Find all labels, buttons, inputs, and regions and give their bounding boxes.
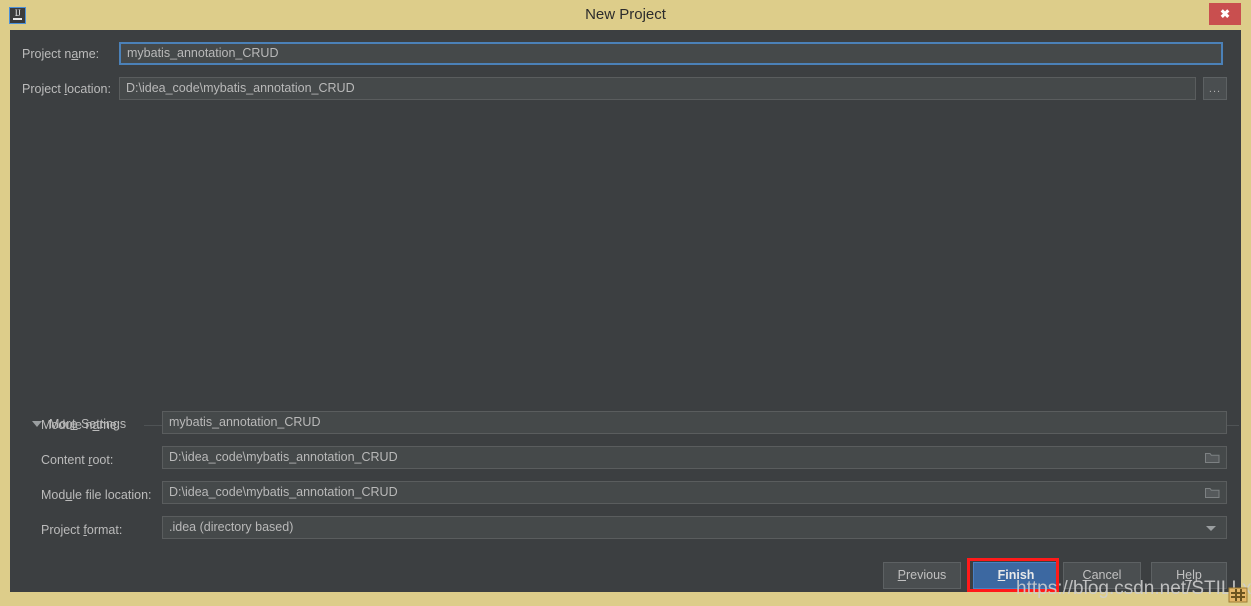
ellipsis-icon: ... (1208, 83, 1222, 95)
window-title: New Project (585, 6, 666, 23)
new-project-dialog-window: IJ New Project ✖ Project name: mybatis_a… (0, 0, 1251, 606)
watermark-text: https://blog.csdn.net/STILLxjy (1016, 578, 1251, 599)
content-root-input-value: D:\idea_code\mybatis_annotation_CRUD (169, 450, 398, 464)
close-icon: ✖ (1219, 7, 1231, 21)
project-location-input-value: D:\idea_code\mybatis_annotation_CRUD (126, 81, 355, 95)
folder-icon (1205, 488, 1220, 498)
project-name-label: Project name: (22, 47, 100, 61)
module-name-input[interactable]: mybatis_annotation_CRUD (162, 411, 1227, 434)
content-root-label: Content root: (41, 453, 114, 467)
project-location-label: Project location: (22, 82, 111, 96)
project-name-input[interactable]: mybatis_annotation_CRUD (119, 42, 1223, 65)
project-format-label: Project format: (41, 523, 123, 537)
folder-icon (1205, 453, 1220, 463)
module-file-location-label: Module file location: (41, 488, 152, 502)
project-location-browse-button[interactable]: ... (1203, 77, 1227, 100)
content-root-browse-button[interactable] (1200, 447, 1226, 468)
project-format-select[interactable]: .idea (directory based) (162, 516, 1227, 539)
previous-button[interactable]: Previous (883, 562, 961, 589)
project-format-select-value: .idea (directory based) (169, 520, 294, 534)
content-root-input[interactable]: D:\idea_code\mybatis_annotation_CRUD (162, 446, 1227, 469)
dialog-body: Project name: mybatis_annotation_CRUD Pr… (10, 30, 1241, 592)
module-file-location-input[interactable]: D:\idea_code\mybatis_annotation_CRUD (162, 481, 1227, 504)
module-file-location-browse-button[interactable] (1200, 482, 1226, 503)
chevron-down-icon[interactable] (1202, 517, 1222, 538)
project-location-input[interactable]: D:\idea_code\mybatis_annotation_CRUD (119, 77, 1196, 100)
window-titlebar: IJ New Project ✖ (0, 0, 1251, 30)
resize-grip-icon (1227, 585, 1249, 605)
close-window-button[interactable]: ✖ (1209, 3, 1241, 25)
module-name-input-value: mybatis_annotation_CRUD (169, 415, 321, 429)
module-file-location-input-value: D:\idea_code\mybatis_annotation_CRUD (169, 485, 398, 499)
module-name-label: Module name: (41, 418, 121, 432)
project-name-input-value: mybatis_annotation_CRUD (127, 46, 279, 60)
